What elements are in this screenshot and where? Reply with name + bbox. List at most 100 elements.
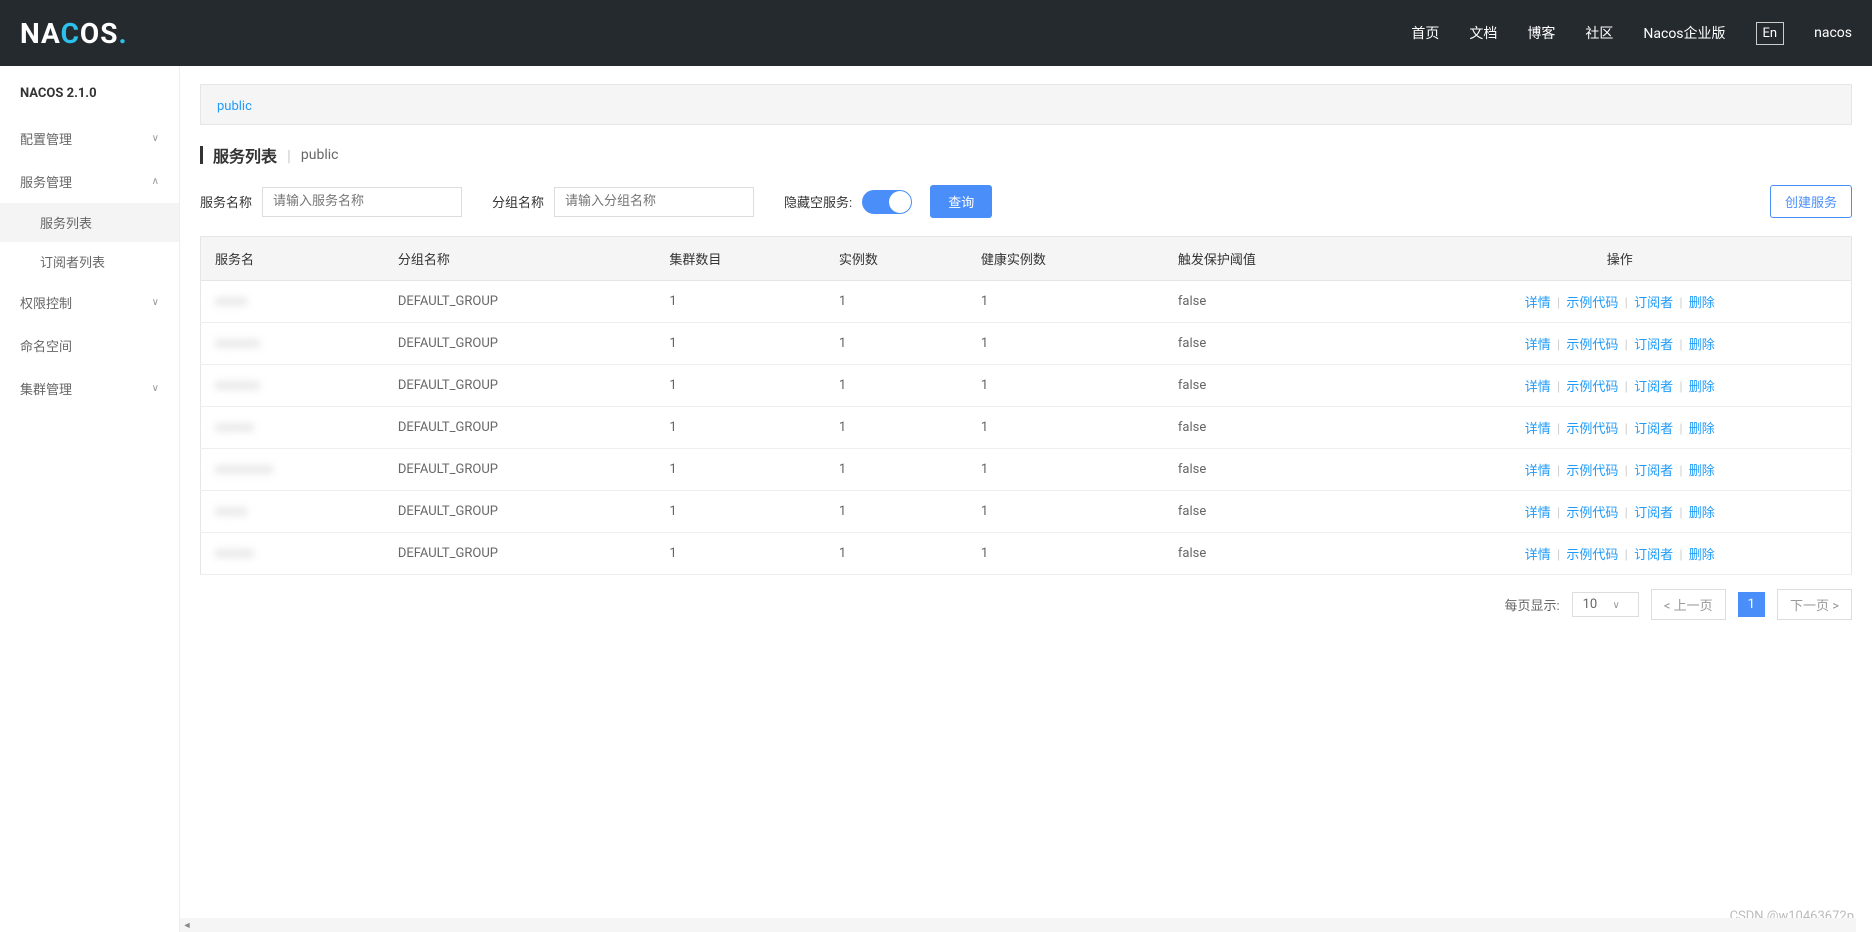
cell-healthy-count: 1 <box>967 449 1164 491</box>
action-demo-code[interactable]: 示例代码 <box>1566 548 1618 563</box>
query-button[interactable]: 查询 <box>930 185 992 218</box>
action-demo-code[interactable]: 示例代码 <box>1566 380 1618 395</box>
pagination: 每页显示: 10 ∨ < 上一页 1 下一页 > <box>200 589 1852 620</box>
service-name-input[interactable] <box>262 187 462 217</box>
action-detail[interactable]: 详情 <box>1525 422 1551 437</box>
table-row: xxxxx DEFAULT_GROUP 1 1 1 false 详情 | 示例代… <box>201 491 1852 533</box>
cell-group-name: DEFAULT_GROUP <box>384 449 656 491</box>
action-subscriber[interactable]: 订阅者 <box>1634 338 1673 353</box>
cell-threshold: false <box>1164 323 1389 365</box>
cell-instance-count: 1 <box>825 407 967 449</box>
cell-instance-count: 1 <box>825 323 967 365</box>
action-delete[interactable]: 删除 <box>1689 422 1715 437</box>
nav-community[interactable]: 社区 <box>1585 23 1613 43</box>
action-delete[interactable]: 删除 <box>1689 464 1715 479</box>
action-detail[interactable]: 详情 <box>1525 380 1551 395</box>
action-delete[interactable]: 删除 <box>1689 338 1715 353</box>
header: NACOS. 首页 文档 博客 社区 Nacos企业版 En nacos <box>0 0 1872 66</box>
cell-actions: 详情 | 示例代码 | 订阅者 | 删除 <box>1388 491 1851 533</box>
sidebar-service-list[interactable]: 服务列表 <box>0 203 179 242</box>
user-name[interactable]: nacos <box>1814 25 1852 41</box>
action-demo-code[interactable]: 示例代码 <box>1566 338 1618 353</box>
filter-row: 服务名称 分组名称 隐藏空服务: 查询 创建服务 <box>200 185 1852 218</box>
th-cluster-count: 集群数目 <box>655 237 825 281</box>
action-subscriber[interactable]: 订阅者 <box>1634 506 1673 521</box>
logo-dot: . <box>118 17 127 50</box>
hide-empty-toggle[interactable] <box>862 190 912 214</box>
logo[interactable]: NACOS. <box>20 17 128 50</box>
per-page-select[interactable]: 10 ∨ <box>1572 592 1639 617</box>
tab-public[interactable]: public <box>217 99 252 114</box>
action-subscriber[interactable]: 订阅者 <box>1634 464 1673 479</box>
toggle-knob <box>889 191 911 213</box>
chevron-down-icon: ∨ <box>1612 600 1619 611</box>
per-page-label: 每页显示: <box>1504 595 1559 614</box>
action-subscriber[interactable]: 订阅者 <box>1634 422 1673 437</box>
cell-cluster-count: 1 <box>655 449 825 491</box>
create-service-button[interactable]: 创建服务 <box>1770 185 1852 218</box>
nav-docs[interactable]: 文档 <box>1469 23 1497 43</box>
next-page-button[interactable]: 下一页 > <box>1777 589 1852 620</box>
logo-c: C <box>61 17 80 50</box>
cell-threshold: false <box>1164 407 1389 449</box>
cell-healthy-count: 1 <box>967 407 1164 449</box>
cell-instance-count: 1 <box>825 533 967 575</box>
cell-service-name: xxxxxxx <box>201 365 384 407</box>
sidebar-subscriber-list[interactable]: 订阅者列表 <box>0 242 179 281</box>
action-delete[interactable]: 删除 <box>1689 296 1715 311</box>
group-name-input[interactable] <box>554 187 754 217</box>
sidebar-access-control-label: 权限控制 <box>20 293 72 312</box>
table-row: xxxxx DEFAULT_GROUP 1 1 1 false 详情 | 示例代… <box>201 281 1852 323</box>
chevron-up-icon: ∧ <box>152 176 159 187</box>
action-demo-code[interactable]: 示例代码 <box>1566 422 1618 437</box>
action-delete[interactable]: 删除 <box>1689 506 1715 521</box>
action-detail[interactable]: 详情 <box>1525 464 1551 479</box>
th-instance-count: 实例数 <box>825 237 967 281</box>
current-page[interactable]: 1 <box>1738 592 1765 617</box>
lang-switch[interactable]: En <box>1756 22 1785 45</box>
service-name-label: 服务名称 <box>200 192 252 211</box>
action-demo-code[interactable]: 示例代码 <box>1566 296 1618 311</box>
sidebar-access-control[interactable]: 权限控制 ∨ <box>0 281 179 324</box>
action-demo-code[interactable]: 示例代码 <box>1566 506 1618 521</box>
action-subscriber[interactable]: 订阅者 <box>1634 548 1673 563</box>
th-threshold: 触发保护阈值 <box>1164 237 1389 281</box>
scroll-left-arrow-icon: ◄ <box>180 918 194 932</box>
cell-cluster-count: 1 <box>655 323 825 365</box>
action-detail[interactable]: 详情 <box>1525 338 1551 353</box>
cell-threshold: false <box>1164 533 1389 575</box>
per-page-value: 10 <box>1583 597 1598 612</box>
action-delete[interactable]: 删除 <box>1689 380 1715 395</box>
sidebar-namespace[interactable]: 命名空间 <box>0 324 179 367</box>
cell-healthy-count: 1 <box>967 323 1164 365</box>
action-subscriber[interactable]: 订阅者 <box>1634 380 1673 395</box>
action-demo-code[interactable]: 示例代码 <box>1566 464 1618 479</box>
action-detail[interactable]: 详情 <box>1525 296 1551 311</box>
table-row: xxxxxxx DEFAULT_GROUP 1 1 1 false 详情 | 示… <box>201 323 1852 365</box>
page-namespace: public <box>301 147 339 163</box>
cell-instance-count: 1 <box>825 365 967 407</box>
cell-instance-count: 1 <box>825 491 967 533</box>
page-title: 服务列表 <box>213 143 277 167</box>
nav-home[interactable]: 首页 <box>1411 23 1439 43</box>
nav-blog[interactable]: 博客 <box>1527 23 1555 43</box>
action-detail[interactable]: 详情 <box>1525 506 1551 521</box>
chevron-down-icon: ∨ <box>152 133 159 144</box>
th-healthy-count: 健康实例数 <box>967 237 1164 281</box>
action-subscriber[interactable]: 订阅者 <box>1634 296 1673 311</box>
horizontal-scrollbar[interactable]: ◄ <box>180 918 1856 932</box>
sidebar-service-mgmt-label: 服务管理 <box>20 172 72 191</box>
sidebar-cluster-mgmt-label: 集群管理 <box>20 379 72 398</box>
nav-enterprise[interactable]: Nacos企业版 <box>1643 23 1725 43</box>
sidebar-config-mgmt[interactable]: 配置管理 ∨ <box>0 117 179 160</box>
sidebar-service-mgmt[interactable]: 服务管理 ∧ <box>0 160 179 203</box>
prev-page-button[interactable]: < 上一页 <box>1651 589 1726 620</box>
cell-threshold: false <box>1164 491 1389 533</box>
action-delete[interactable]: 删除 <box>1689 548 1715 563</box>
cell-cluster-count: 1 <box>655 533 825 575</box>
cell-threshold: false <box>1164 365 1389 407</box>
sidebar-cluster-mgmt[interactable]: 集群管理 ∨ <box>0 367 179 410</box>
cell-service-name: xxxxx <box>201 281 384 323</box>
action-detail[interactable]: 详情 <box>1525 548 1551 563</box>
logo-os: OS <box>80 17 119 50</box>
